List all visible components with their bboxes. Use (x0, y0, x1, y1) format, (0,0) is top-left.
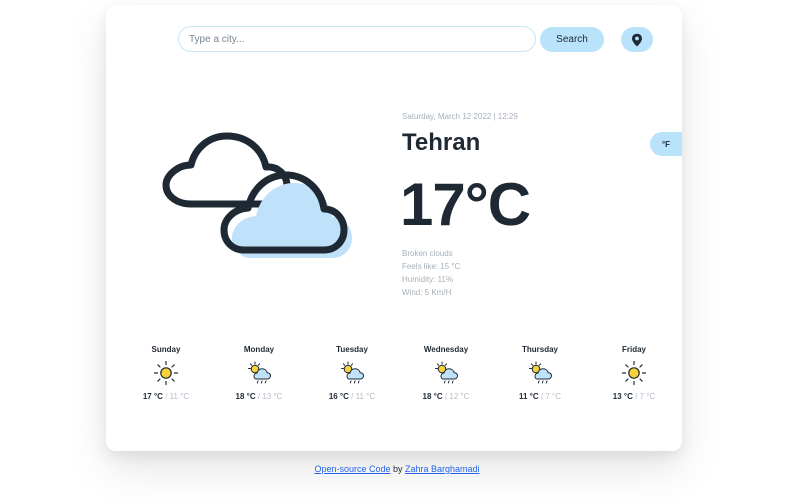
source-code-link[interactable]: Open-source Code (314, 464, 390, 474)
city-name: Tehran (402, 129, 481, 156)
forecast-day-name: Wednesday (423, 345, 469, 354)
weather-details: Broken clouds Feels like: 15 °C Humidity… (402, 247, 460, 299)
sun-rain-cloud-icon (248, 361, 272, 384)
current-temperature: 17°C (400, 171, 531, 238)
forecast-low: 7 °C (639, 392, 656, 401)
forecast-low: 11 °C (169, 392, 190, 401)
footer: Open-source Code by Zahra Barghamadi (0, 464, 794, 474)
forecast-high: 13 °C (612, 392, 633, 401)
forecast-day-name: Tuesday (336, 345, 368, 354)
wind-speed: Wind: 5 Km/H (402, 288, 452, 297)
forecast-high: 16 °C (328, 392, 349, 401)
sun-icon (153, 360, 179, 386)
forecast-high: 18 °C (422, 392, 443, 401)
forecast-day: Friday 13 °C / 7 °C (594, 345, 674, 401)
forecast-temps: 18 °C / 13 °C (219, 392, 299, 401)
forecast-low: 13 °C (262, 392, 283, 401)
footer-by-text: by (390, 464, 405, 474)
forecast-temps: 13 °C / 7 °C (594, 392, 674, 401)
forecast-low: 12 °C (449, 392, 470, 401)
forecast-day: Monday 18 °C / 13 °C (219, 345, 299, 401)
page: Search °F Saturday, March 12 2022 | 12:2… (0, 0, 794, 504)
forecast-high: 18 °C (235, 392, 256, 401)
weather-card: Search °F Saturday, March 12 2022 | 12:2… (106, 5, 682, 451)
feels-like: Feels like: 15 °C (402, 262, 461, 271)
current-date-time: Saturday, March 12 2022 | 12:29 (402, 112, 518, 121)
forecast-day-name: Friday (621, 345, 646, 354)
forecast-temps: 16 °C / 11 °C (312, 392, 392, 401)
humidity: Humidity: 11% (402, 275, 453, 284)
city-search-input[interactable] (178, 26, 536, 52)
forecast-separator: / (348, 392, 356, 401)
current-location-button[interactable] (621, 27, 653, 52)
forecast-separator: / (632, 392, 640, 401)
location-pin-icon (632, 33, 642, 46)
forecast-temps: 18 °C / 12 °C (406, 392, 486, 401)
forecast-day-name: Thursday (521, 345, 558, 354)
sun-rain-cloud-icon (341, 361, 365, 384)
forecast-day-name: Sunday (151, 345, 181, 354)
forecast-high: 11 °C (519, 392, 539, 401)
sun-icon (621, 360, 647, 386)
forecast-temps: 17 °C / 11 °C (126, 392, 206, 401)
forecast-separator: / (162, 392, 170, 401)
weather-description: Broken clouds (402, 249, 453, 258)
author-link[interactable]: Zahra Barghamadi (405, 464, 480, 474)
sun-rain-cloud-icon (529, 361, 553, 384)
forecast-day: Thursday 11 °C / 7 °C (500, 345, 580, 401)
sun-rain-cloud-icon (435, 361, 459, 384)
unit-toggle-button[interactable]: °F (650, 132, 682, 156)
forecast-day-name: Monday (243, 345, 275, 354)
forecast-high: 17 °C (142, 392, 163, 401)
forecast-day: Sunday 17 °C / 11 °C (126, 345, 206, 401)
forecast-day: Wednesday 18 °C / 12 °C (406, 345, 486, 401)
forecast: Sunday 17 °C / 11 °C Monday 18 °C / 13 °… (126, 345, 666, 409)
forecast-temps: 11 °C / 7 °C (500, 392, 580, 401)
search-button[interactable]: Search (540, 27, 604, 52)
cloud-icon (162, 132, 352, 258)
forecast-low: 7 °C (545, 392, 561, 401)
forecast-low: 11 °C (355, 392, 376, 401)
forecast-day: Tuesday 16 °C / 11 °C (312, 345, 392, 401)
